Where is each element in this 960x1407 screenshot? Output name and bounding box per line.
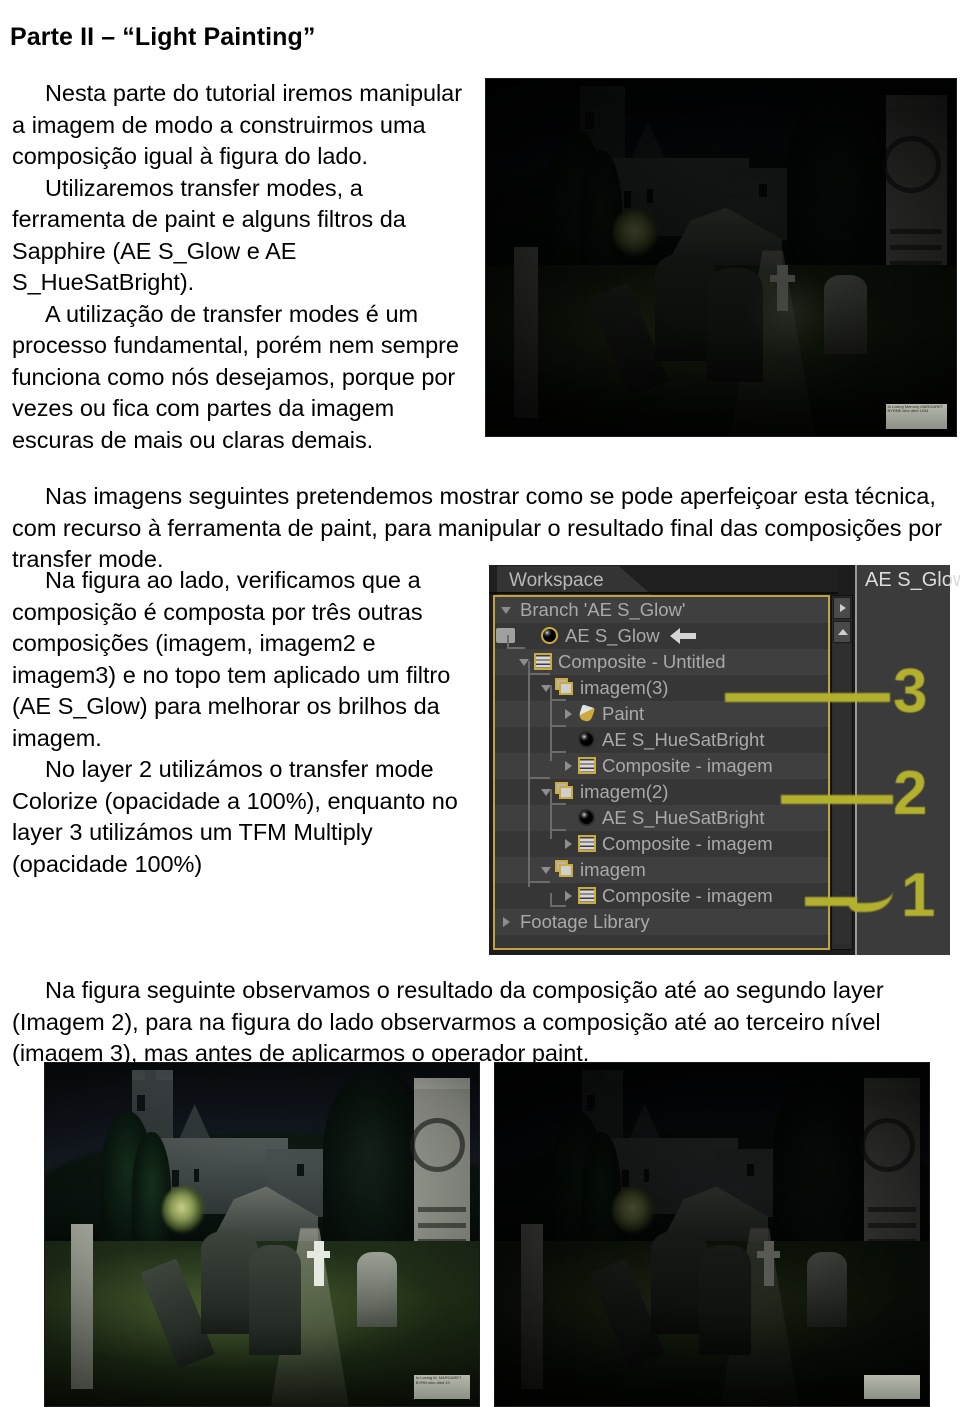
brush-icon	[576, 704, 598, 724]
layer-icon	[554, 678, 576, 698]
layer-icon	[554, 782, 576, 802]
gravestone-plaque: In Loving M. MARGARET BYRN who died 19	[413, 1375, 471, 1400]
tree-row-empty	[495, 935, 828, 948]
tab-underline	[489, 592, 838, 594]
tree-item-label: AE S_HueSatBright	[602, 729, 765, 750]
tree-connector	[550, 685, 552, 761]
figure-second-layer-result: In Loving M. MARGARET BYRN who died 19	[44, 1062, 480, 1407]
paragraph-3: A utilização de transfer modes é um proc…	[12, 300, 459, 453]
composite-icon	[532, 652, 554, 672]
tree-row[interactable]: AE S_Glow	[495, 623, 828, 649]
annotation-3: 3	[893, 657, 928, 726]
annotation-2: 2	[893, 759, 928, 828]
tree-row[interactable]: Composite - imagem	[495, 831, 828, 857]
tree-connector	[550, 751, 566, 753]
tree-row[interactable]: imagem(2)	[495, 779, 828, 805]
tree-row[interactable]: AE S_HueSatBright	[495, 805, 828, 831]
chevron-right-icon[interactable]	[561, 701, 576, 727]
figure-third-layer-result	[494, 1062, 930, 1407]
after-effects-panel: Workspace Branch 'AE S_Glow' AE S_Glow C…	[489, 565, 960, 955]
tree-item-label: Footage Library	[520, 911, 650, 932]
disclosure-placeholder	[561, 805, 576, 831]
triangle-right-icon[interactable]	[833, 597, 851, 619]
paragraph-bottom: Na figura seguinte observamos o resultad…	[12, 977, 884, 1066]
figure-final-composition: In Loving Memory MARGARET BYRNE who died…	[485, 78, 957, 437]
tree-row[interactable]: Paint	[495, 701, 828, 727]
tree-connector	[550, 803, 566, 805]
workspace-tab-strip: Workspace	[489, 565, 838, 596]
tree-row[interactable]: Composite - imagem	[495, 883, 828, 909]
tree-connector	[550, 829, 566, 831]
tree-item-label: Paint	[602, 703, 645, 724]
tree-item-label: AE S_Glow	[565, 625, 660, 646]
paragraph-2: Utilizaremos transfer modes, a ferrament…	[12, 174, 406, 296]
paragraph-wide: Nas imagens seguintes pretendemos mostra…	[12, 483, 943, 572]
tree-item-label: imagem(3)	[580, 677, 669, 698]
layer-icon	[554, 860, 576, 880]
tree-item-label: imagem	[580, 859, 646, 880]
tree-row[interactable]: Branch 'AE S_Glow'	[495, 597, 828, 623]
composition-text-column: Na figura ao lado, verificamos que a com…	[12, 565, 480, 880]
tree-row[interactable]: Composite - imagem	[495, 753, 828, 779]
tree-item-label: Composite - imagem	[602, 755, 773, 776]
panel-title: AE S_Glow	[865, 569, 960, 591]
tree-connector	[550, 699, 566, 701]
gravestone-plaque: In Loving Memory MARGARET BYRNE who died…	[885, 403, 947, 429]
arrow-left-icon	[669, 628, 696, 644]
paragraph-1: Nesta parte do tutorial iremos manipular…	[12, 80, 462, 169]
annotation-leader-3	[725, 693, 890, 702]
chevron-down-icon[interactable]	[499, 597, 514, 623]
disclosure-placeholder	[561, 727, 576, 753]
tree-row[interactable]: Composite - Untitled	[495, 649, 828, 675]
tree-connector	[528, 661, 530, 887]
sphere-icon	[576, 808, 598, 828]
sphere-icon	[576, 730, 598, 750]
annotation-leader-2	[781, 795, 893, 804]
tree-rows: Branch 'AE S_Glow' AE S_Glow Composite -…	[495, 597, 828, 948]
tree-row[interactable]: Footage Library	[495, 909, 828, 935]
tree-row[interactable]: AE S_HueSatBright	[495, 727, 828, 753]
tree-item-label: Branch 'AE S_Glow'	[520, 599, 686, 620]
tree-connector	[528, 881, 550, 883]
composite-icon	[576, 756, 598, 776]
tree-connector	[507, 647, 525, 649]
tree-item-label: AE S_HueSatBright	[602, 807, 765, 828]
tree-connector	[528, 673, 550, 675]
chevron-down-icon[interactable]	[539, 857, 554, 883]
branch-tree[interactable]: Branch 'AE S_Glow' AE S_Glow Composite -…	[493, 595, 830, 950]
branch-marker-icon[interactable]	[495, 626, 517, 646]
tree-item-label: Composite - Untitled	[558, 651, 726, 672]
paragraph-5: No layer 2 utilizámos o transfer mode Co…	[12, 756, 458, 877]
triangle-up-icon[interactable]	[833, 621, 851, 643]
composite-icon	[576, 834, 598, 854]
tree-connector	[550, 725, 566, 727]
tree-connector	[550, 789, 552, 839]
paragraph-4: Na figura ao lado, verificamos que a com…	[12, 567, 451, 751]
chevron-right-icon[interactable]	[561, 831, 576, 857]
intro-text-column: Nesta parte do tutorial iremos manipular…	[12, 78, 474, 456]
tree-row[interactable]: imagem	[495, 857, 828, 883]
tree-item-label: imagem(2)	[580, 781, 669, 802]
tree-item-label: Composite - imagem	[602, 833, 773, 854]
chevron-right-icon[interactable]	[561, 753, 576, 779]
annotation-1: 1	[901, 861, 936, 930]
chevron-right-icon[interactable]	[499, 909, 514, 935]
document-page: Parte II – “Light Painting” Nesta parte …	[0, 0, 960, 1407]
gravestone-plaque	[863, 1375, 921, 1400]
tree-item-label: Composite - imagem	[602, 885, 773, 906]
composite-icon	[576, 886, 598, 906]
sphere-icon	[539, 626, 561, 646]
tree-connector	[550, 905, 566, 907]
page-title: Parte II – “Light Painting”	[10, 22, 316, 51]
tree-connector	[528, 777, 550, 779]
